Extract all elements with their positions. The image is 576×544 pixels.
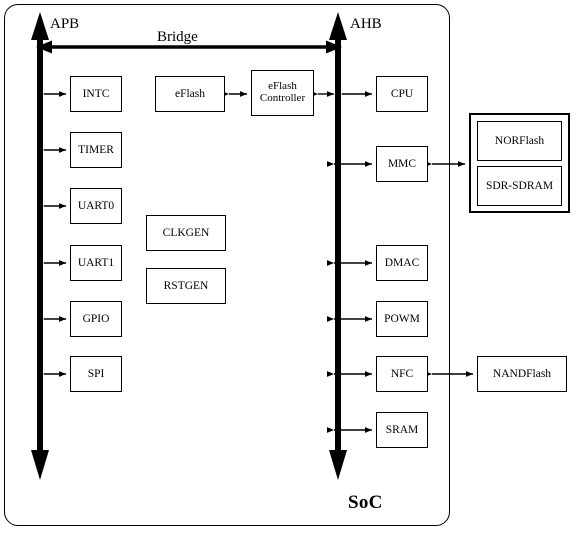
block-eflash-controller-label: eFlash Controller	[259, 80, 306, 105]
block-dmac[interactable]: DMAC	[376, 245, 428, 281]
block-cpu[interactable]: CPU	[376, 76, 428, 112]
block-sram[interactable]: SRAM	[376, 412, 428, 448]
block-uart1-label: UART1	[77, 256, 115, 269]
block-eflash-controller[interactable]: eFlash Controller	[251, 70, 314, 116]
block-intc-label: INTC	[82, 87, 110, 100]
bridge-label: Bridge	[157, 29, 198, 45]
soc-label: SoC	[348, 492, 383, 513]
block-nfc-label: NFC	[390, 367, 414, 380]
block-norflash-label: NORFlash	[494, 134, 545, 147]
block-uart0[interactable]: UART0	[70, 188, 122, 224]
block-eflash-controller-line1: eFlash	[268, 80, 297, 93]
block-nandflash[interactable]: NANDFlash	[477, 356, 567, 392]
ahb-bus-label: AHB	[350, 16, 382, 32]
block-spi[interactable]: SPI	[70, 356, 122, 392]
block-intc[interactable]: INTC	[70, 76, 122, 112]
block-timer[interactable]: TIMER	[70, 132, 122, 168]
block-sdr-sdram[interactable]: SDR-SDRAM	[477, 166, 562, 206]
block-spi-label: SPI	[87, 367, 105, 380]
block-mmc-label: MMC	[387, 157, 417, 170]
block-timer-label: TIMER	[78, 143, 114, 156]
block-eflash-controller-line2: Controller	[259, 92, 306, 104]
block-powm-label: POWM	[384, 312, 420, 325]
block-rstgen-label: RSTGEN	[163, 279, 209, 292]
block-clkgen-label: CLKGEN	[162, 226, 210, 239]
block-clkgen[interactable]: CLKGEN	[146, 215, 226, 251]
block-powm[interactable]: POWM	[376, 301, 428, 337]
block-cpu-label: CPU	[390, 87, 414, 100]
block-uart1[interactable]: UART1	[70, 245, 122, 281]
block-eflash[interactable]: eFlash	[155, 76, 225, 112]
block-rstgen[interactable]: RSTGEN	[146, 268, 226, 304]
block-sram-label: SRAM	[385, 423, 419, 436]
block-mmc[interactable]: MMC	[376, 146, 428, 182]
block-nandflash-label: NANDFlash	[492, 367, 552, 380]
block-nfc[interactable]: NFC	[376, 356, 428, 392]
block-norflash[interactable]: NORFlash	[477, 121, 562, 161]
apb-bus-label: APB	[50, 16, 80, 32]
block-gpio-label: GPIO	[82, 312, 110, 325]
block-sdr-sdram-label: SDR-SDRAM	[485, 179, 554, 192]
block-gpio[interactable]: GPIO	[70, 301, 122, 337]
soc-block-diagram: APB AHB Bridge INTC TIMER UART0 UART1 GP…	[0, 0, 576, 544]
block-uart0-label: UART0	[77, 199, 115, 212]
block-eflash-label: eFlash	[174, 87, 206, 100]
block-dmac-label: DMAC	[384, 256, 420, 269]
